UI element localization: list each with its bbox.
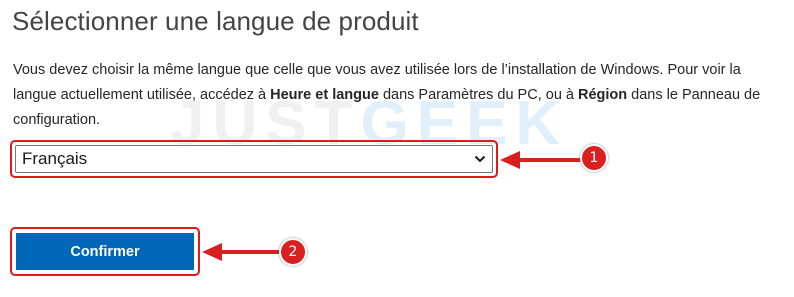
arrow-left-icon — [500, 151, 584, 169]
step-2-badge: 2 — [279, 238, 307, 266]
confirm-button-highlight: Confirmer — [10, 227, 200, 276]
instructions-text: Vous devez choisir la même langue que ce… — [13, 58, 788, 133]
instructions-part-2: dans Paramètres du PC, ou à — [378, 87, 578, 103]
language-select-highlight: Français — [10, 140, 498, 178]
page-title: Sélectionner une langue de produit — [12, 6, 419, 36]
step-1-badge: 1 — [580, 144, 608, 172]
page: Sélectionner une langue de produit JUST G… — [0, 0, 794, 297]
language-select-value: Français — [22, 149, 88, 168]
chevron-down-icon — [474, 153, 486, 165]
confirm-button[interactable]: Confirmer — [16, 233, 194, 270]
language-select[interactable]: Français — [15, 145, 493, 173]
time-language-label: Heure et langue — [270, 87, 379, 103]
region-label: Région — [578, 87, 628, 103]
arrow-left-icon — [202, 243, 284, 261]
